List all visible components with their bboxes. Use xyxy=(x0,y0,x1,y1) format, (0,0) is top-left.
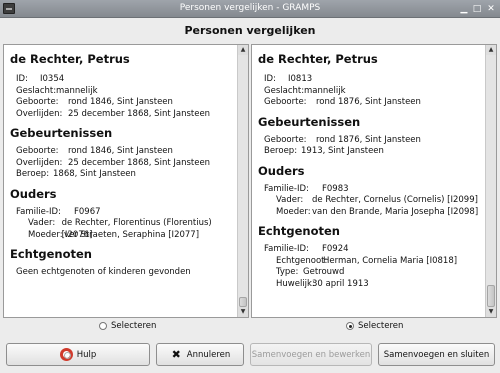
scroll-down-icon[interactable]: ▼ xyxy=(238,307,248,317)
spouses-heading: Echtgenoten xyxy=(258,224,340,238)
parents-heading: Ouders xyxy=(258,163,305,178)
mother-label: Moeder: xyxy=(276,206,311,217)
event-death-value: 25 december 1868, Sint Jansteen xyxy=(68,157,211,168)
spouses-heading: Echtgenoten xyxy=(10,247,92,261)
father-label: Vader: xyxy=(276,195,304,205)
marriage-type-label: Type: xyxy=(276,267,299,277)
birth-value: rond 1846, Sint Jansteen xyxy=(68,97,173,107)
close-icon[interactable]: ✕ xyxy=(485,3,497,15)
event-occupation-label: Beroep: xyxy=(16,169,50,179)
id-label: ID: xyxy=(16,74,28,84)
spouse-label: Echtgenoot: xyxy=(276,255,328,266)
event-occupation-value: 1913, Sint Jansteen xyxy=(301,146,384,156)
marriage-value: 30 april 1913 xyxy=(312,278,369,289)
help-button[interactable]: Hulp xyxy=(6,343,150,366)
event-birth-label: Geboorte: xyxy=(16,146,59,156)
maximize-icon[interactable]: □ xyxy=(471,3,483,15)
scroll-up-icon[interactable]: ▲ xyxy=(486,45,496,55)
person-name: de Rechter, Petrus xyxy=(258,52,378,66)
cancel-button[interactable]: ✖ Annuleren xyxy=(156,343,244,366)
scroll-thumb[interactable] xyxy=(239,297,247,307)
father-value: de Rechter, Cornelus (Cornelis) [I2099] xyxy=(312,195,478,205)
death-value: 25 december 1868, Sint Jansteen xyxy=(68,108,211,119)
birth-label: Geboorte: xyxy=(264,97,307,107)
spouse-family-id-value: F0924 xyxy=(322,244,349,254)
father-label: Vader: xyxy=(28,218,56,228)
select-left-radio[interactable]: Selecteren xyxy=(99,321,156,331)
window-title: Personen vergelijken - GRAMPS xyxy=(179,3,321,13)
spouse-value: Herman, Cornelia Maria [I0818] xyxy=(323,255,458,266)
gender-value: mannelijk xyxy=(56,85,98,96)
minimize-icon[interactable]: ▁ xyxy=(458,3,470,15)
father-value: de Rechter, Florentinus (Florentius) [I2… xyxy=(61,218,212,240)
event-death-label: Overlijden: xyxy=(16,157,63,168)
id-value: I0813 xyxy=(288,74,313,84)
id-value: I0354 xyxy=(40,74,65,84)
event-occupation-label: Beroep: xyxy=(264,146,298,156)
right-person-panel: de Rechter, Petrus ID: I0813 Geslacht: man… xyxy=(251,44,497,318)
right-scrollbar[interactable]: ▲ ▼ xyxy=(485,45,496,317)
scroll-up-icon[interactable]: ▲ xyxy=(238,45,248,55)
left-scrollbar[interactable]: ▲ ▼ xyxy=(237,45,248,317)
window-titlebar: Personen vergelijken - GRAMPS ▁ □ ✕ xyxy=(0,0,500,18)
event-birth-label: Geboorte: xyxy=(264,134,307,145)
help-button-label: Hulp xyxy=(76,349,97,360)
spouse-family-id-label: Familie-ID: xyxy=(264,244,309,254)
select-left-label: Selecteren xyxy=(111,321,157,331)
parents-heading: Ouders xyxy=(10,186,57,201)
merge-edit-button-label: Samenvoegen en bewerken xyxy=(251,349,371,360)
lifebuoy-icon xyxy=(59,348,73,361)
id-label: ID: xyxy=(264,74,276,84)
family-id-label: Familie-ID: xyxy=(264,183,309,194)
birth-label: Geboorte: xyxy=(16,97,59,107)
marriage-label: Huwelijk: xyxy=(276,278,315,289)
radio-indicator[interactable] xyxy=(346,322,354,330)
scroll-down-icon[interactable]: ▼ xyxy=(486,307,496,317)
left-person-content: de Rechter, Petrus ID: I0354 Geslacht: man… xyxy=(4,45,238,317)
gender-value: mannelijk xyxy=(304,85,346,96)
mother-label: Moeder: xyxy=(28,229,63,240)
merge-close-button[interactable]: Samenvoegen en sluiten xyxy=(378,343,495,366)
radio-indicator[interactable] xyxy=(99,322,107,330)
close-x-icon: ✖ xyxy=(171,348,181,361)
gender-label: Geslacht: xyxy=(264,85,305,96)
select-right-label: Selecteren xyxy=(358,321,404,331)
cancel-button-label: Annuleren xyxy=(186,349,231,360)
select-right-radio[interactable]: Selecteren xyxy=(346,321,403,331)
merge-close-button-label: Samenvoegen en sluiten xyxy=(383,349,490,360)
marriage-type-value: Getrouwd xyxy=(303,267,345,277)
death-label: Overlijden: xyxy=(16,108,63,119)
merge-edit-button[interactable]: Samenvoegen en bewerken xyxy=(250,343,372,366)
right-person-content: de Rechter, Petrus ID: I0813 Geslacht: man… xyxy=(252,45,486,317)
event-birth-value: rond 1876, Sint Jansteen xyxy=(316,134,421,145)
family-id-value: F0983 xyxy=(322,183,349,194)
birth-value: rond 1876, Sint Jansteen xyxy=(316,97,421,107)
events-heading: Gebeurtenissen xyxy=(258,114,361,129)
left-person-panel: de Rechter, Petrus ID: I0354 Geslacht: man… xyxy=(3,44,249,318)
mother-value: ver Straeten, Seraphina [I2077] xyxy=(64,229,200,240)
person-name: de Rechter, Petrus xyxy=(10,52,130,66)
family-id-value: F0967 xyxy=(74,206,101,217)
mother-value: van den Brande, Maria Josepha [I2098] xyxy=(312,206,479,217)
gender-label: Geslacht: xyxy=(16,85,57,96)
scroll-thumb[interactable] xyxy=(487,285,495,307)
family-id-label: Familie-ID: xyxy=(16,206,61,217)
events-heading: Gebeurtenissen xyxy=(10,126,113,140)
dialog-heading: Personen vergelijken xyxy=(184,24,316,37)
event-occupation-value: 1868, Sint Jansteen xyxy=(53,169,136,179)
spouses-note: Geen echtgenoten of kinderen gevonden xyxy=(16,267,191,277)
event-birth-value: rond 1846, Sint Jansteen xyxy=(68,146,173,156)
